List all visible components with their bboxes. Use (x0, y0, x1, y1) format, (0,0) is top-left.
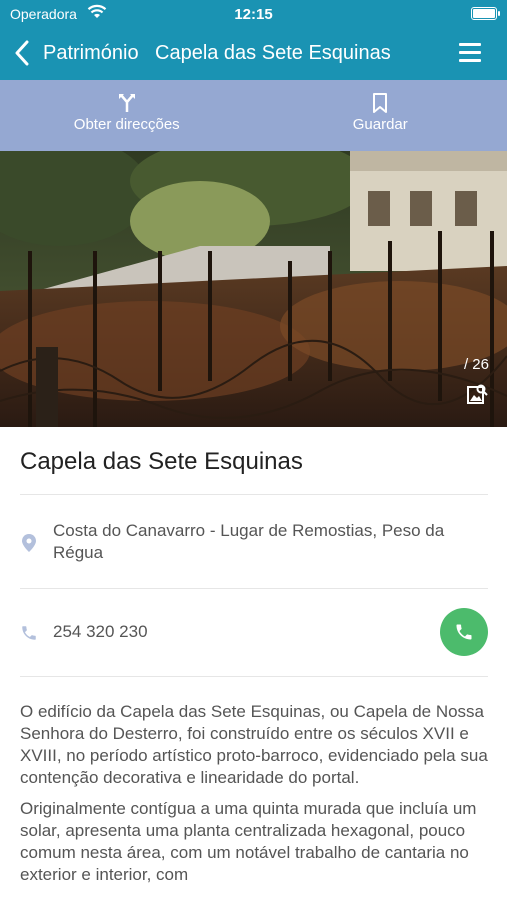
photo-count: / 26 (463, 356, 489, 373)
place-name: Capela das Sete Esquinas (20, 448, 303, 475)
directions-icon (118, 94, 135, 112)
description-paragraph: O edifício da Capela das Sete Esquinas, … (20, 702, 488, 787)
directions-button[interactable]: Obter direcções (0, 80, 254, 151)
directions-label: Obter direcções (73, 116, 180, 133)
place-address[interactable]: Costa do Canavarro - Lugar de Remostias,… (53, 520, 493, 564)
nav-bar: Património Capela das Sete Esquinas (0, 30, 507, 78)
bookmark-icon (373, 93, 388, 113)
place-phone[interactable]: 254 320 230 (53, 622, 148, 642)
action-bar: Obter direcções Guardar (0, 80, 507, 151)
call-button[interactable] (440, 608, 488, 656)
save-label: Guardar (352, 116, 408, 133)
divider (20, 676, 488, 677)
location-pin-icon (22, 534, 36, 552)
gallery-icon[interactable] (465, 382, 489, 406)
phone-icon (456, 624, 472, 640)
place-photo[interactable] (0, 151, 507, 427)
save-button[interactable]: Guardar (254, 80, 507, 151)
place-description: O edifício da Capela das Sete Esquinas, … (20, 701, 490, 895)
back-button-label[interactable]: Património (43, 42, 139, 65)
divider (20, 494, 488, 495)
page-title: Capela das Sete Esquinas (155, 42, 391, 64)
back-chevron-icon[interactable] (14, 40, 32, 66)
menu-icon[interactable] (459, 43, 481, 67)
photo-illustration (0, 151, 507, 427)
app-header: Operadora 12:15 Património Capela das Se… (0, 0, 507, 80)
status-bar: Operadora 12:15 (0, 0, 507, 28)
divider (20, 588, 488, 589)
battery-icon (471, 7, 500, 20)
clock: 12:15 (234, 6, 273, 23)
phone-icon (22, 626, 36, 640)
description-paragraph: Originalmente contígua a uma quinta mura… (20, 799, 477, 884)
